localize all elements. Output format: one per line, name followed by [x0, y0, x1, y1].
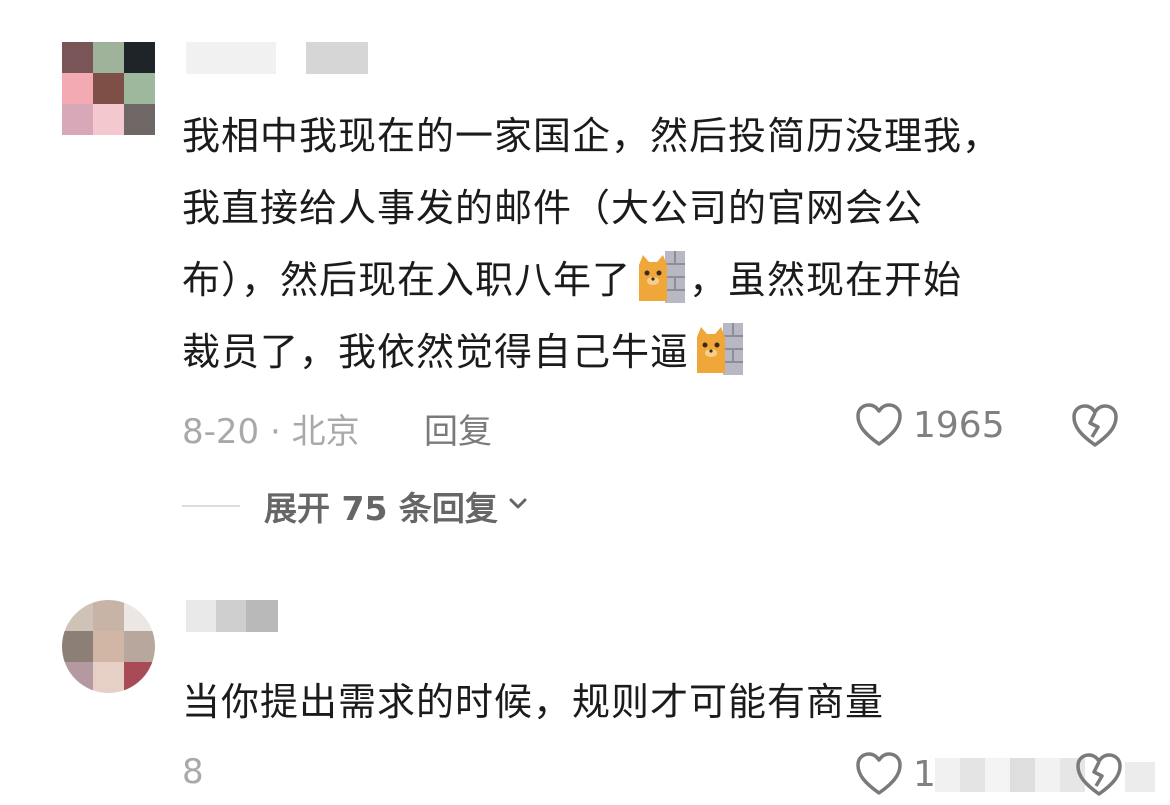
heart-outline-icon[interactable] [855, 751, 903, 797]
expand-replies-button[interactable]: 展开 75 条回复 [182, 482, 530, 530]
username[interactable] [186, 42, 368, 74]
like-button[interactable]: 1 [855, 751, 936, 797]
comment-text: 我相中我现在的一家国企，然后投简历没理我， 我直接给人事发的邮件（大公司的官网会… [182, 100, 1001, 388]
username[interactable] [186, 600, 278, 632]
comment-line: 我相中我现在的一家国企，然后投简历没理我， [182, 114, 1002, 158]
cat-behind-wall-emoji [635, 251, 686, 303]
comment-text: 当你提出需求的时候，规则才可能有商量 [182, 666, 884, 738]
divider [182, 505, 240, 507]
broken-heart-icon[interactable] [1075, 752, 1123, 798]
comment-line: 我直接给人事发的邮件（大公司的官网会公 [182, 186, 924, 230]
date-location: 8-20 · 北京 [182, 412, 360, 452]
like-count: 1 [913, 753, 936, 795]
comment-line: 当你提出需求的时候，规则才可能有商量 [182, 680, 885, 724]
comment-line: 布），然后现在入职八年了 ，虽然现在开始 [182, 244, 1001, 316]
chevron-down-icon[interactable] [506, 492, 530, 520]
heart-outline-icon[interactable] [855, 402, 903, 448]
watermark-blur [1125, 762, 1155, 792]
comment-line: 裁员了，我依然觉得自己牛逼 [182, 316, 1001, 388]
date-location: 8 [182, 752, 204, 792]
cat-behind-wall-emoji [693, 323, 744, 375]
watermark-blur [935, 758, 1085, 792]
avatar[interactable] [62, 600, 155, 693]
avatar[interactable] [62, 42, 155, 135]
like-button[interactable]: 1965 [855, 402, 1005, 448]
comment-line-part: 裁员了，我依然觉得自己牛逼 [182, 330, 690, 374]
like-count: 1965 [913, 404, 1005, 446]
comment-line-part: ，虽然现在开始 [689, 258, 963, 302]
comment-line-part: 布），然后现在入职八年了 [182, 258, 632, 302]
reply-button[interactable]: 回复 [424, 404, 492, 453]
broken-heart-icon[interactable] [1071, 403, 1119, 449]
expand-replies-label[interactable]: 展开 75 条回复 [264, 482, 498, 530]
